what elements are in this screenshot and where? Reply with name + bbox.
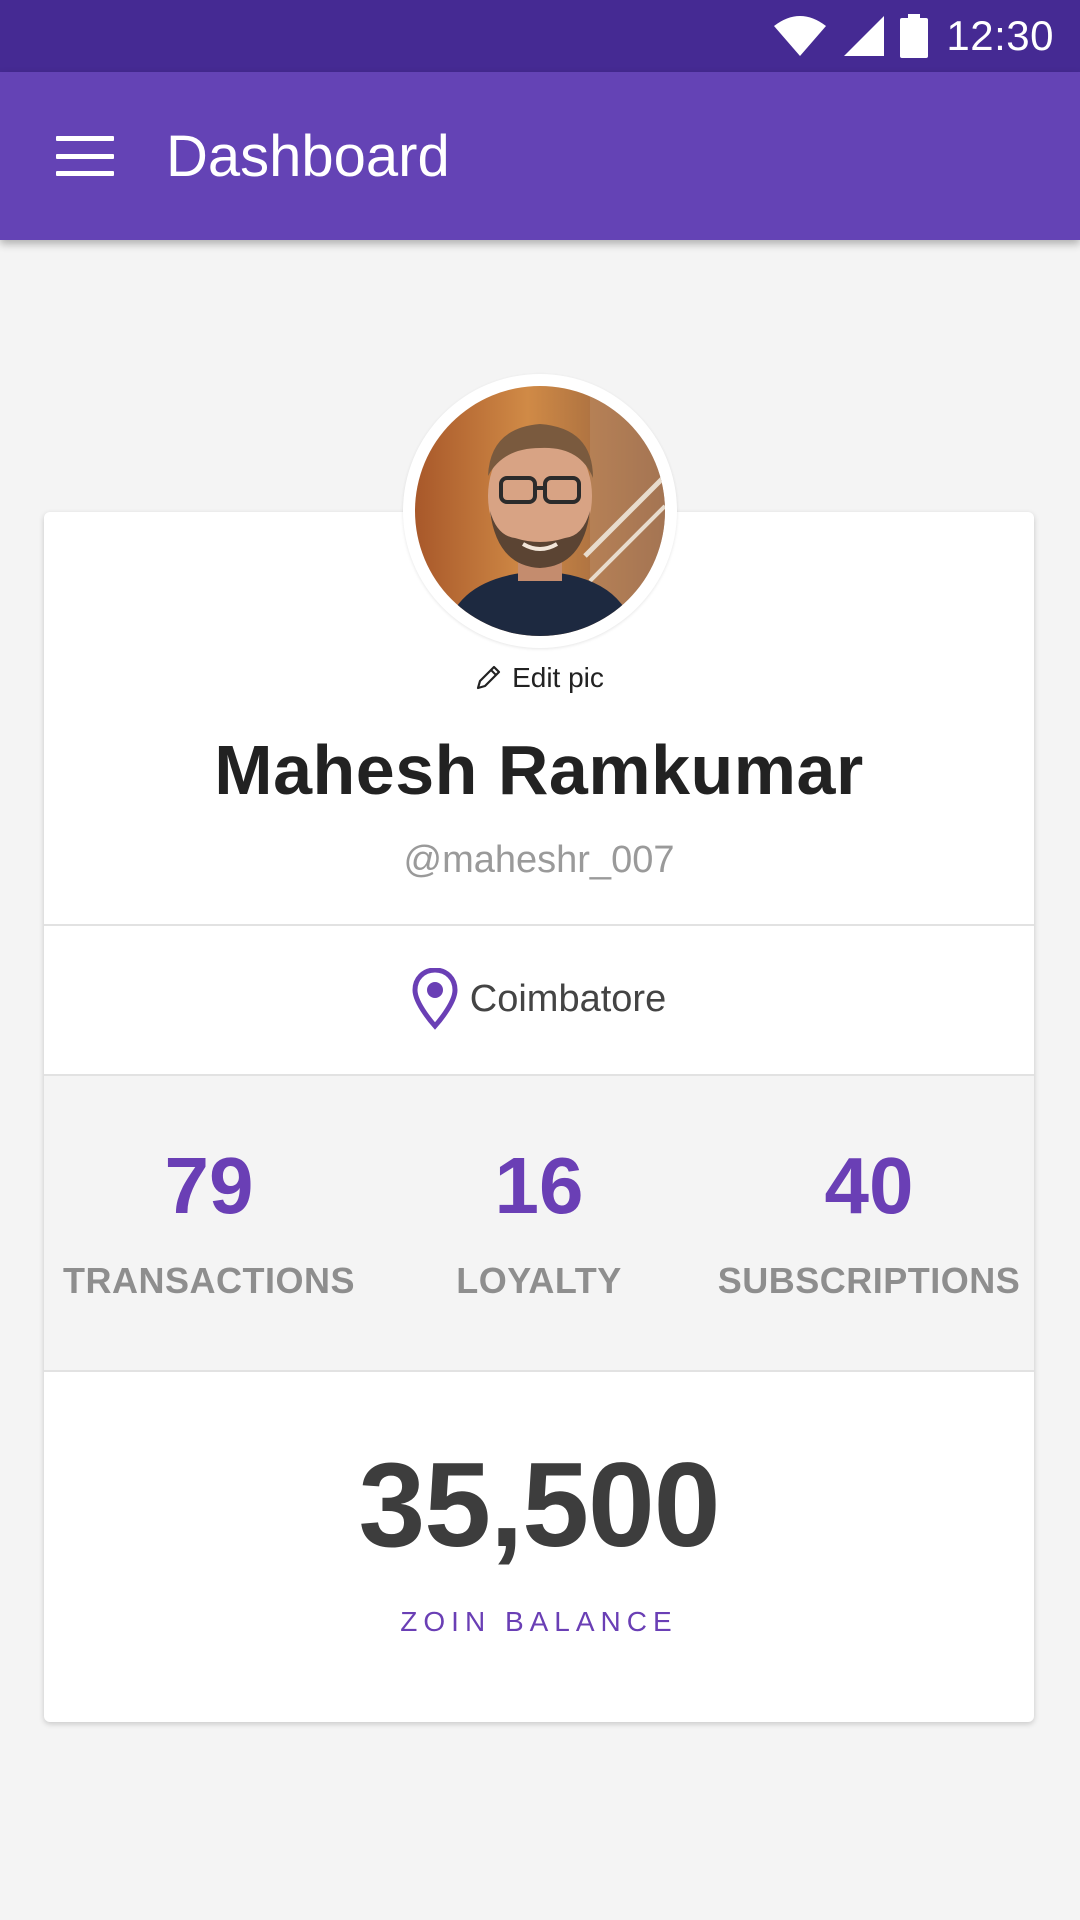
avatar[interactable] xyxy=(403,374,677,648)
stats-row: 79 TRANSACTIONS 16 LOYALTY 40 SUBSCRIPTI… xyxy=(44,1076,1034,1370)
location-row: Coimbatore xyxy=(44,924,1034,1074)
profile-card: Edit pic Mahesh Ramkumar @maheshr_007 Co… xyxy=(44,512,1034,1722)
stat-loyalty[interactable]: 16 LOYALTY xyxy=(374,1076,704,1370)
pencil-icon xyxy=(476,665,501,690)
status-bar: 12:30 xyxy=(0,0,1080,72)
stat-transactions[interactable]: 79 TRANSACTIONS xyxy=(44,1076,374,1370)
location-pin-icon xyxy=(412,968,458,1030)
stat-label: SUBSCRIPTIONS xyxy=(717,1260,1021,1301)
stat-value: 40 xyxy=(824,1141,914,1230)
clock: 12:30 xyxy=(946,12,1054,59)
edit-pic-button[interactable]: Edit pic xyxy=(44,662,1034,694)
divider xyxy=(44,1370,1034,1372)
signal-icon xyxy=(844,16,885,56)
stat-label: TRANSACTIONS xyxy=(63,1260,355,1301)
location-label: Coimbatore xyxy=(469,977,667,1020)
balance-label: ZOIN BALANCE xyxy=(400,1606,678,1637)
wifi-icon xyxy=(774,16,827,56)
edit-pic-label: Edit pic xyxy=(512,662,604,693)
status-icons xyxy=(772,14,929,58)
stat-value: 16 xyxy=(494,1141,584,1230)
stat-value: 79 xyxy=(164,1141,254,1230)
balance-value: 35,500 xyxy=(358,1438,720,1572)
avatar-image xyxy=(415,386,665,636)
battery-icon xyxy=(900,14,929,58)
user-handle: @maheshr_007 xyxy=(403,839,675,881)
stat-label: LOYALTY xyxy=(456,1260,622,1301)
user-name: Mahesh Ramkumar xyxy=(214,731,864,809)
hamburger-menu-icon[interactable] xyxy=(56,136,114,176)
page-title: Dashboard xyxy=(166,123,450,189)
stat-subscriptions[interactable]: 40 SUBSCRIPTIONS xyxy=(704,1076,1034,1370)
app-bar: Dashboard xyxy=(0,72,1080,240)
